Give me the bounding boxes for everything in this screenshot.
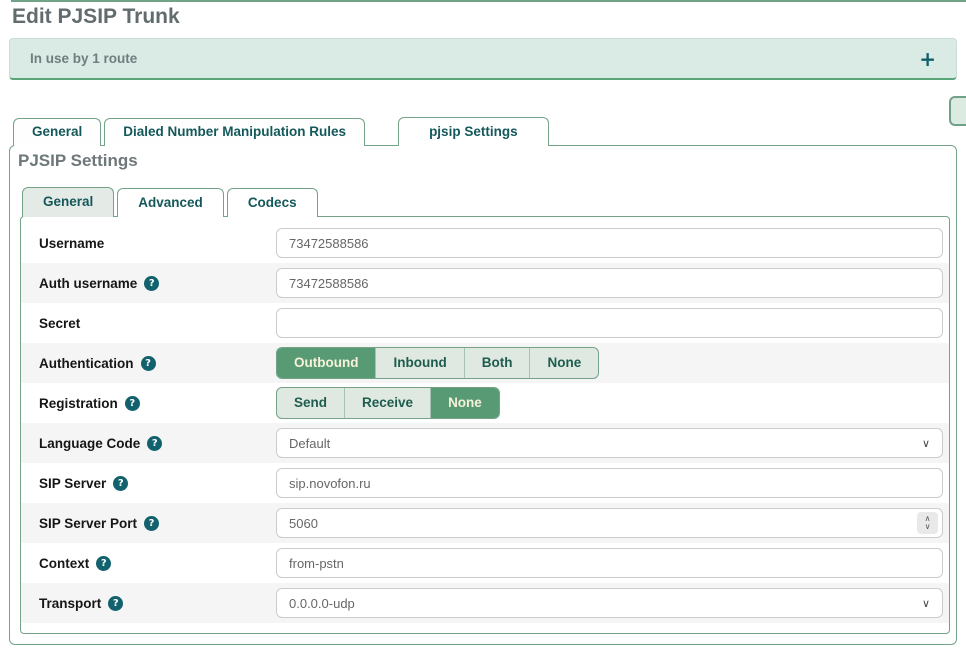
sip-server-label: SIP Server ?: [29, 476, 276, 491]
auth-username-input[interactable]: [276, 268, 943, 298]
in-use-banner-text: In use by 1 route: [30, 51, 137, 66]
panel-heading: PJSIP Settings: [18, 151, 138, 171]
sub-tab-advanced[interactable]: Advanced: [117, 188, 224, 217]
sip-server-port-input[interactable]: [276, 508, 943, 538]
secret-label: Secret: [29, 316, 276, 331]
transport-value: 0.0.0.0-udp: [289, 596, 355, 611]
form-row-registration: Registration ? Send Receive None: [21, 383, 949, 423]
authentication-option-none[interactable]: None: [530, 348, 598, 378]
form-row-auth-username: Auth username ?: [21, 263, 949, 303]
registration-radio-group: Send Receive None: [276, 387, 500, 419]
form-row-authentication: Authentication ? Outbound Inbound Both N…: [21, 343, 949, 383]
sip-server-port-label: SIP Server Port ?: [29, 516, 276, 531]
pjsip-general-form: Username Auth username ? Secret: [20, 216, 950, 634]
language-code-select[interactable]: Default ∨: [276, 428, 943, 458]
chevron-down-icon: ∨: [922, 437, 930, 450]
help-icon[interactable]: ?: [141, 356, 156, 371]
help-icon[interactable]: ?: [147, 436, 162, 451]
transport-label: Transport ?: [29, 596, 276, 611]
chevron-down-icon: ∨: [922, 597, 930, 610]
number-spinner-icon[interactable]: ∧ ∨: [917, 512, 938, 534]
auth-username-label: Auth username ?: [29, 276, 276, 291]
sip-server-port-stepper: ∧ ∨: [276, 508, 943, 538]
form-row-username: Username: [21, 223, 949, 263]
registration-option-receive[interactable]: Receive: [345, 388, 431, 418]
plus-icon[interactable]: +: [919, 47, 936, 71]
edit-pjsip-trunk-page: Edit PJSIP Trunk In use by 1 route + Gen…: [0, 0, 966, 658]
help-icon[interactable]: ?: [144, 516, 159, 531]
username-input[interactable]: [276, 228, 943, 258]
help-icon[interactable]: ?: [113, 476, 128, 491]
authentication-label: Authentication ?: [29, 356, 276, 371]
help-icon[interactable]: ?: [108, 596, 123, 611]
form-row-transport: Transport ? 0.0.0.0-udp ∨: [21, 583, 949, 623]
authentication-option-both[interactable]: Both: [465, 348, 531, 378]
secret-input[interactable]: [276, 308, 943, 338]
help-icon[interactable]: ?: [144, 276, 159, 291]
language-code-label: Language Code ?: [29, 436, 276, 451]
sub-tab-codecs[interactable]: Codecs: [227, 188, 318, 217]
authentication-option-inbound[interactable]: Inbound: [376, 348, 464, 378]
sip-server-input[interactable]: [276, 468, 943, 498]
floating-action-button[interactable]: [949, 96, 966, 126]
pjsip-sub-tabs: General Advanced Codecs: [22, 187, 318, 217]
trunk-tabs: General Dialed Number Manipulation Rules…: [13, 117, 549, 146]
registration-label: Registration ?: [29, 396, 276, 411]
form-row-sip-server: SIP Server ?: [21, 463, 949, 503]
tab-dialed-number-manipulation-rules[interactable]: Dialed Number Manipulation Rules: [104, 118, 365, 146]
language-code-value: Default: [289, 436, 330, 451]
context-input[interactable]: [276, 548, 943, 578]
tab-general[interactable]: General: [13, 118, 101, 146]
form-row-secret: Secret: [21, 303, 949, 343]
registration-option-none[interactable]: None: [431, 388, 499, 418]
in-use-banner[interactable]: In use by 1 route +: [9, 38, 957, 80]
page-title: Edit PJSIP Trunk: [12, 5, 180, 29]
form-row-context: Context ?: [21, 543, 949, 583]
sub-tab-general[interactable]: General: [22, 187, 114, 217]
username-label: Username: [29, 236, 276, 251]
form-row-language-code: Language Code ? Default ∨: [21, 423, 949, 463]
transport-select[interactable]: 0.0.0.0-udp ∨: [276, 588, 943, 618]
top-accent-line: [11, 0, 966, 2]
authentication-radio-group: Outbound Inbound Both None: [276, 347, 599, 379]
context-label: Context ?: [29, 556, 276, 571]
authentication-option-outbound[interactable]: Outbound: [277, 348, 376, 378]
registration-option-send[interactable]: Send: [277, 388, 345, 418]
tab-pjsip-settings[interactable]: pjsip Settings: [398, 117, 549, 146]
help-icon[interactable]: ?: [96, 556, 111, 571]
help-icon[interactable]: ?: [125, 396, 140, 411]
form-row-sip-server-port: SIP Server Port ? ∧ ∨: [21, 503, 949, 543]
